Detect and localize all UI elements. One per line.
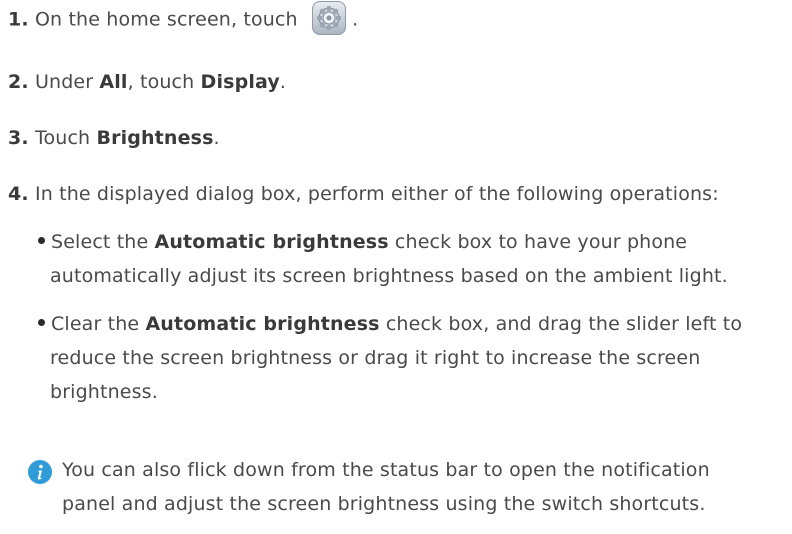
bullet-text: check box to have your phone	[388, 231, 688, 253]
step-number: 1.	[8, 8, 29, 31]
step-text: Touch	[34, 127, 97, 149]
instruction-page: 1. On the home screen, touch . 2. Under …	[0, 0, 792, 534]
step-punct: .	[213, 127, 220, 149]
step-punct: .	[352, 8, 359, 31]
step-text: On the home screen, touch	[34, 8, 298, 31]
option-label-automatic-brightness: Automatic brightness	[145, 313, 380, 335]
step-number: 3.	[8, 127, 29, 149]
bullet-text: Clear the	[51, 313, 146, 335]
menu-label-all: All	[99, 71, 128, 93]
step-text: Under	[34, 71, 100, 93]
option-label-automatic-brightness: Automatic brightness	[154, 231, 389, 253]
bullet-1-line-2: automatically adjust its screen brightne…	[50, 265, 728, 287]
bullet-text: Select the	[51, 231, 155, 253]
step-text: In the displayed dialog box, perform eit…	[34, 183, 719, 205]
note-line-1: You can also flick down from the status …	[62, 459, 710, 481]
bullet-text: check box, and drag the slider left to	[379, 313, 743, 335]
step-2: 2. Under All, touch Display.	[8, 68, 286, 96]
step-4: 4. In the displayed dialog box, perform …	[8, 180, 719, 208]
step-3: 3. Touch Brightness.	[8, 124, 220, 152]
step-text: , touch	[127, 71, 201, 93]
info-icon	[28, 460, 52, 484]
step-number: 4.	[8, 183, 29, 205]
note-line-2: panel and adjust the screen brightness u…	[62, 493, 706, 515]
step-1: 1. On the home screen, touch .	[8, 1, 359, 37]
bullet-2: Clear the Automatic brightness check box…	[38, 310, 742, 338]
bullet-2-line-2: reduce the screen brightness or drag it …	[50, 347, 701, 369]
step-punct: .	[279, 71, 287, 93]
bullet-2-line-3: brightness.	[50, 381, 158, 403]
menu-label-display: Display	[200, 71, 280, 93]
bullet-dot	[38, 319, 45, 326]
bullet-dot	[38, 237, 45, 244]
settings-gear-icon	[311, 1, 346, 35]
bullet-1: Select the Automatic brightness check bo…	[38, 228, 687, 256]
menu-label-brightness: Brightness	[96, 127, 214, 149]
step-number: 2.	[8, 71, 29, 93]
